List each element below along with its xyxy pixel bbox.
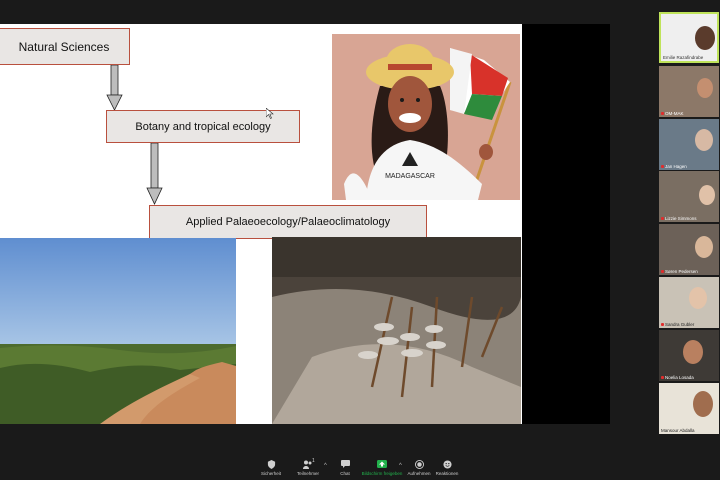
share-screen-label: Bildschirm freigeben bbox=[361, 471, 403, 476]
share-screen-button[interactable]: Bildschirm freigeben bbox=[360, 454, 404, 480]
shared-screen: Natural Sciences Botany and tropical eco… bbox=[0, 24, 610, 424]
arrow-1 bbox=[106, 64, 123, 111]
participant-tile-1[interactable]: Emilie Razafindrabe bbox=[659, 12, 719, 63]
chat-bubble-icon bbox=[340, 459, 350, 469]
mic-muted-icon bbox=[661, 323, 664, 326]
savanna-road-photo bbox=[0, 238, 236, 424]
reactions-label: Reaktionen bbox=[435, 471, 459, 476]
chat-label: Chat bbox=[340, 471, 350, 476]
participant-tile-6[interactable]: Sandra Gubler bbox=[659, 277, 719, 328]
participant-name: OM-MAK bbox=[665, 111, 684, 116]
share-screen-icon bbox=[377, 459, 387, 469]
participant-name: Noelia Losada bbox=[665, 375, 694, 380]
mic-muted-icon bbox=[661, 112, 664, 115]
participant-name: Sandra Gubler bbox=[665, 322, 695, 327]
participant-tile-7[interactable]: Noelia Losada bbox=[659, 330, 719, 381]
security-label: Sicherheit bbox=[260, 471, 281, 476]
presentation-slide: Natural Sciences Botany and tropical eco… bbox=[0, 24, 522, 424]
chat-button[interactable]: Chat bbox=[336, 454, 354, 480]
participant-tile-8[interactable]: Mansour Abdalla bbox=[659, 383, 719, 434]
participants-label: Teilnehmer bbox=[296, 471, 319, 476]
flow-box-natural-sciences: Natural Sciences bbox=[0, 28, 130, 65]
record-button[interactable]: Aufnehmen bbox=[406, 454, 432, 480]
participant-name: Søren Pedersen bbox=[665, 269, 698, 274]
participant-tile-3[interactable]: Jan Hagen bbox=[659, 119, 719, 170]
arrow-2 bbox=[146, 142, 163, 205]
mic-muted-icon bbox=[661, 270, 664, 273]
mic-muted-icon bbox=[661, 376, 664, 379]
mic-muted-icon bbox=[661, 165, 664, 168]
participant-tile-5[interactable]: Søren Pedersen bbox=[659, 224, 719, 275]
participants-caret-icon[interactable]: ^ bbox=[324, 463, 327, 469]
madagascar-illustration: MADAGASCAR bbox=[332, 34, 520, 200]
participant-tile-2[interactable]: OM-MAK bbox=[659, 66, 719, 117]
participant-name: Jan Hagen bbox=[665, 164, 687, 169]
shirt-text: MADAGASCAR bbox=[385, 173, 435, 180]
participant-name: Emilie Razafindrabe bbox=[663, 55, 704, 60]
drying-fish-photo bbox=[272, 237, 521, 424]
share-caret-icon[interactable]: ^ bbox=[399, 463, 402, 469]
meeting-toolbar: Sicherheit Teilnehmer 1 ^ Chat Bildschir… bbox=[0, 454, 720, 480]
record-label: Aufnehmen bbox=[407, 471, 431, 476]
mic-muted-icon bbox=[661, 217, 664, 220]
mouse-cursor-icon bbox=[266, 108, 274, 119]
reactions-button[interactable]: Reaktionen bbox=[434, 454, 460, 480]
participant-name: Lizzie Simmons bbox=[665, 216, 697, 221]
flow-box-palaeoecology: Applied Palaeoecology/Palaeoclimatology bbox=[149, 205, 427, 239]
participants-button[interactable]: Teilnehmer bbox=[294, 454, 322, 480]
screen-margin bbox=[522, 24, 610, 424]
smiley-icon bbox=[442, 459, 452, 469]
record-icon bbox=[414, 459, 424, 469]
participants-count: 1 bbox=[312, 458, 315, 464]
participant-name: Mansour Abdalla bbox=[661, 428, 695, 433]
participant-tile-4[interactable]: Lizzie Simmons bbox=[659, 171, 719, 222]
shield-icon bbox=[266, 459, 276, 469]
security-button[interactable]: Sicherheit bbox=[259, 454, 283, 480]
